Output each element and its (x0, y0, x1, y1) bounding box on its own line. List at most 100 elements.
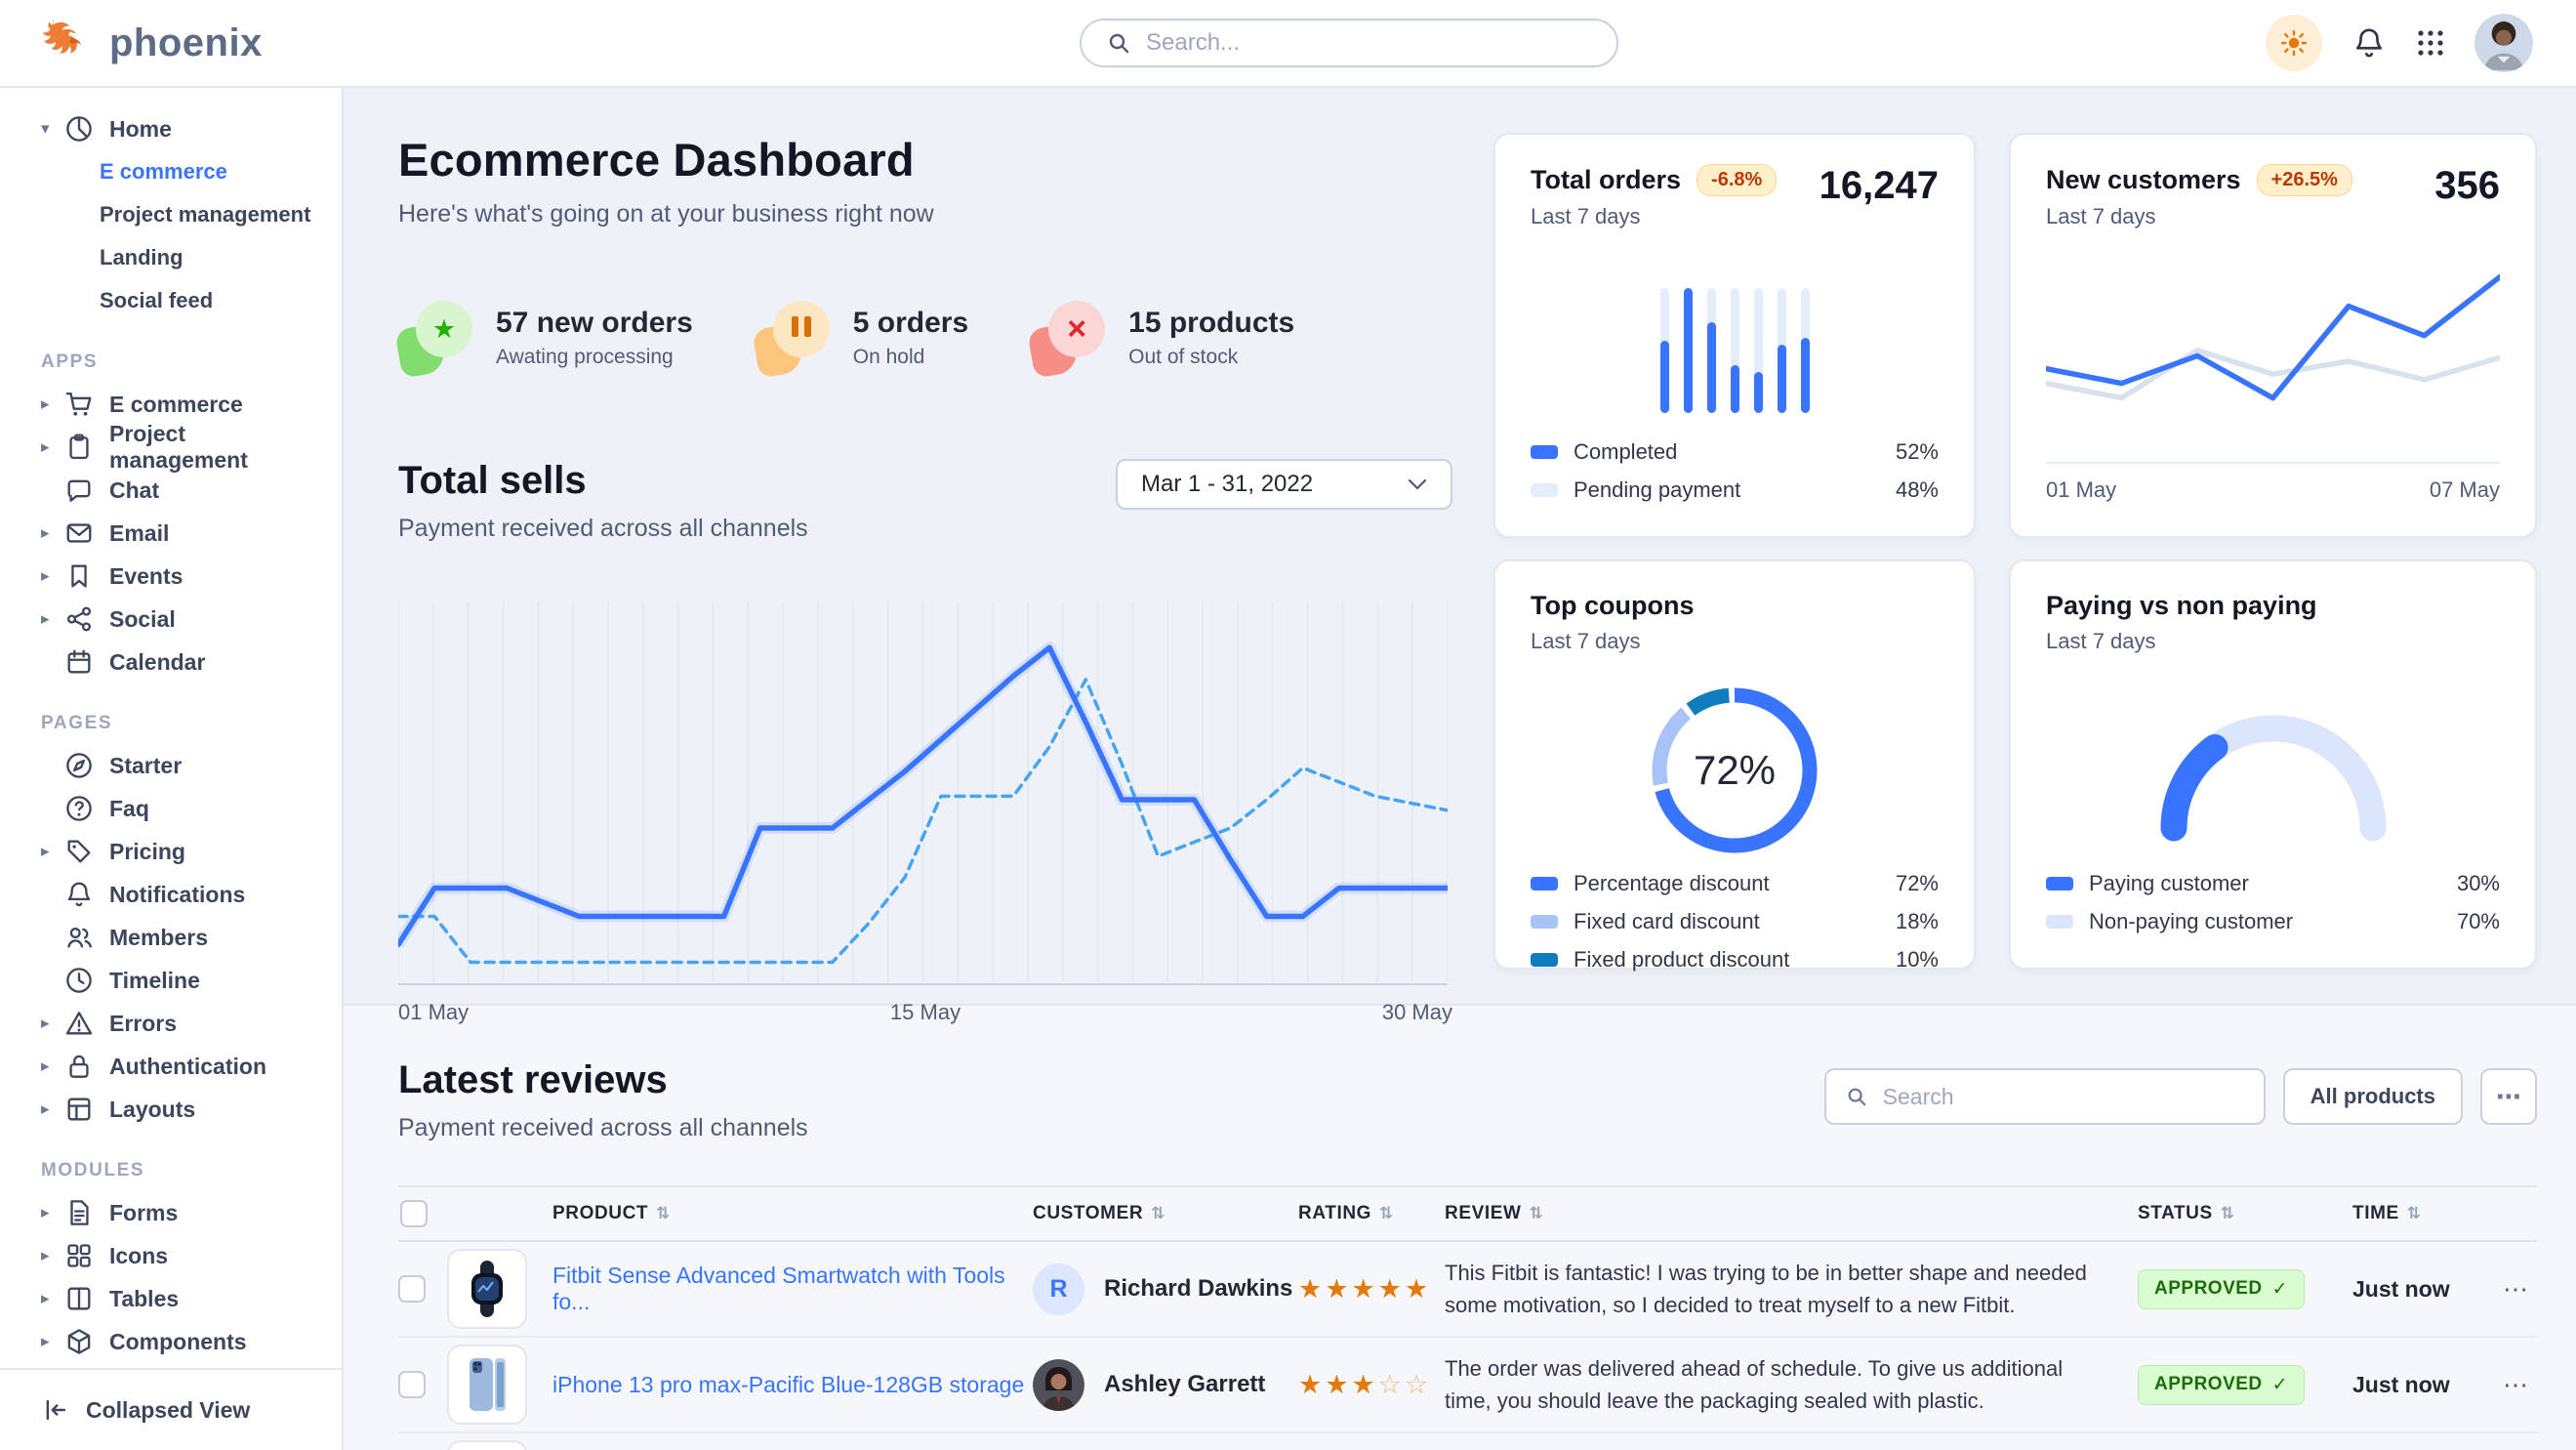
sidebar-item-timeline[interactable]: Timeline (25, 959, 316, 1002)
caret-right-icon: ▸ (41, 523, 64, 543)
sidebar-section-apps: APPS (41, 352, 316, 373)
sidebar-item-pricing[interactable]: ▸Pricing (25, 830, 316, 873)
sidebar-item-email[interactable]: ▸Email (25, 512, 316, 555)
sidebar-subitem-landing[interactable]: Landing (25, 236, 316, 279)
sidebar-item-social[interactable]: ▸Social (25, 598, 316, 641)
check-icon: ✓ (2272, 1374, 2288, 1396)
sidebar-item-project-management[interactable]: ▸Project management (25, 426, 316, 469)
sidebar-item-e-commerce[interactable]: ▸E commerce (25, 383, 316, 426)
sidebar-item-label: Starter (109, 753, 182, 779)
sidebar-item-notifications[interactable]: Notifications (25, 873, 316, 916)
global-search-input[interactable]: Search... (1080, 19, 1618, 67)
sidebar-item-label: Chat (109, 477, 159, 504)
column-header-rating[interactable]: RATING⇅ (1298, 1203, 1445, 1224)
sidebar-item-starter[interactable]: Starter (25, 744, 316, 787)
legend-item-pending-payment: Pending payment48% (1531, 477, 1939, 503)
column-header-status[interactable]: STATUS⇅ (2138, 1203, 2352, 1224)
legend-swatch (1531, 877, 1558, 891)
column-header-customer[interactable]: CUSTOMER⇅ (1033, 1203, 1298, 1224)
sidebar-item-chat[interactable]: Chat (25, 469, 316, 512)
caret-right-icon: ▸ (41, 609, 64, 629)
sidebar-item-faq[interactable]: Faq (25, 787, 316, 830)
caret-right-icon: ▸ (41, 566, 64, 586)
coupons-donut-chart: 72% (1644, 680, 1825, 861)
product-link[interactable]: iPhone 13 pro max-Pacific Blue-128GB sto… (552, 1372, 1024, 1398)
new-customers-card: New customers +26.5% Last 7 days 356 01 … (2009, 133, 2537, 538)
total-sells-title: Total sells (398, 459, 808, 503)
sort-icon: ⇅ (2221, 1204, 2235, 1223)
row-more-button[interactable]: ⋯ (2494, 1274, 2537, 1305)
row-more-button[interactable]: ⋯ (2494, 1370, 2537, 1400)
row-checkbox[interactable] (398, 1275, 426, 1303)
sidebar-item-tables[interactable]: ▸ Tables (25, 1277, 316, 1320)
chevron-down-icon (1408, 478, 1427, 490)
column-header-product[interactable]: PRODUCT⇅ (447, 1203, 1033, 1224)
caret-right-icon: ▸ (41, 1014, 64, 1033)
legend-swatch (1531, 483, 1558, 497)
sidebar-menu: ▾HomeE commerceProject managementLanding… (0, 88, 342, 1368)
sidebar-item-components[interactable]: ▸Components (25, 1320, 316, 1363)
sidebar-item-forms[interactable]: ▸Forms (25, 1191, 316, 1234)
row-checkbox[interactable] (398, 1371, 426, 1398)
sort-icon: ⇅ (2407, 1204, 2422, 1223)
sidebar-item-label: Timeline (109, 968, 200, 994)
brand[interactable]: phoenix (43, 18, 263, 68)
sidebar-item-errors[interactable]: ▸Errors (25, 1002, 316, 1045)
page-title: Ecommerce Dashboard (398, 133, 1452, 186)
apps-menu-button[interactable] (2416, 28, 2445, 58)
reviews-table-header: PRODUCT⇅CUSTOMER⇅RATING⇅REVIEW⇅STATUS⇅TI… (398, 1185, 2537, 1242)
caret-right-icon: ▸ (41, 1289, 64, 1308)
date-range-select[interactable]: Mar 1 - 31, 2022 (1116, 459, 1452, 510)
file-text-icon (64, 1198, 98, 1227)
reviews-subtitle: Payment received across all channels (398, 1114, 808, 1142)
sidebar-subitem-e-commerce[interactable]: E commerce (25, 150, 316, 193)
stat-title: 5 orders (853, 307, 968, 340)
legend-value: 48% (1896, 477, 1939, 503)
sidebar-item-icons[interactable]: ▸Icons (25, 1234, 316, 1277)
sidebar-item-home[interactable]: ▾Home (25, 107, 316, 150)
sidebar-section-pages: PAGES (41, 713, 316, 734)
lock-icon (64, 1052, 98, 1081)
profile-avatar[interactable] (2474, 14, 2533, 72)
reviews-more-button[interactable]: ⋯ (2480, 1068, 2537, 1125)
product-link[interactable]: Fitbit Sense Advanced Smartwatch with To… (552, 1263, 1033, 1315)
total-sells-x-labels: 01 May15 May30 May (398, 1000, 1452, 1025)
sidebar-subitem-social-feed[interactable]: Social feed (25, 279, 316, 322)
paying-card: Paying vs non paying Last 7 days Paying … (2009, 559, 2537, 970)
reviews-title: Latest reviews (398, 1058, 808, 1102)
sidebar-item-members[interactable]: Members (25, 916, 316, 959)
customer-name: Ashley Garrett (1104, 1371, 1265, 1398)
stat-awating-processing: ★57 new ordersAwating processing (398, 301, 693, 375)
reviews-search-input[interactable]: Search (1824, 1068, 2266, 1125)
package-icon (64, 1327, 98, 1356)
sidebar-item-label: Tables (109, 1286, 179, 1312)
table-row: iPhone 13 pro max-Pacific Blue-128GB sto… (398, 1338, 2537, 1433)
sidebar-item-calendar[interactable]: Calendar (25, 641, 316, 684)
sidebar-subitem-project-management[interactable]: Project management (25, 193, 316, 236)
sidebar-item-events[interactable]: ▸Events (25, 555, 316, 598)
sidebar-item-label: Home (109, 116, 172, 143)
column-header-time[interactable]: TIME⇅ (2352, 1203, 2494, 1224)
total-sells-chart: 01 May15 May30 May (398, 596, 1452, 1025)
legend-swatch (1531, 445, 1558, 459)
sidebar-section-modules: MODULES (41, 1160, 316, 1181)
notifications-button[interactable] (2351, 25, 2387, 61)
sun-icon (2279, 28, 2309, 58)
legend-item-percentage-discount: Percentage discount72% (1531, 871, 1939, 896)
sidebar-item-layouts[interactable]: ▸Layouts (25, 1088, 316, 1131)
new-customers-badge: +26.5% (2257, 164, 2352, 196)
new-customers-line-chart (2046, 235, 2500, 452)
collapsed-view-toggle[interactable]: Collapsed View (0, 1368, 342, 1450)
date-range-value: Mar 1 - 31, 2022 (1141, 471, 1313, 498)
sidebar-item-authentication[interactable]: ▸Authentication (25, 1045, 316, 1088)
share-icon (64, 604, 98, 634)
theme-toggle-button[interactable] (2266, 15, 2322, 71)
column-header-review[interactable]: REVIEW⇅ (1445, 1203, 2138, 1224)
total-orders-value: 16,247 (1820, 164, 1939, 208)
column-label: RATING (1298, 1203, 1371, 1224)
all-products-button[interactable]: All products (2283, 1068, 2463, 1125)
select-all-checkbox[interactable] (400, 1200, 428, 1227)
caret-right-icon: ▸ (41, 1332, 64, 1351)
total-orders-card: Total orders -6.8% Last 7 days 16,247 Co… (1493, 133, 1976, 538)
bookmark-icon (64, 561, 98, 591)
